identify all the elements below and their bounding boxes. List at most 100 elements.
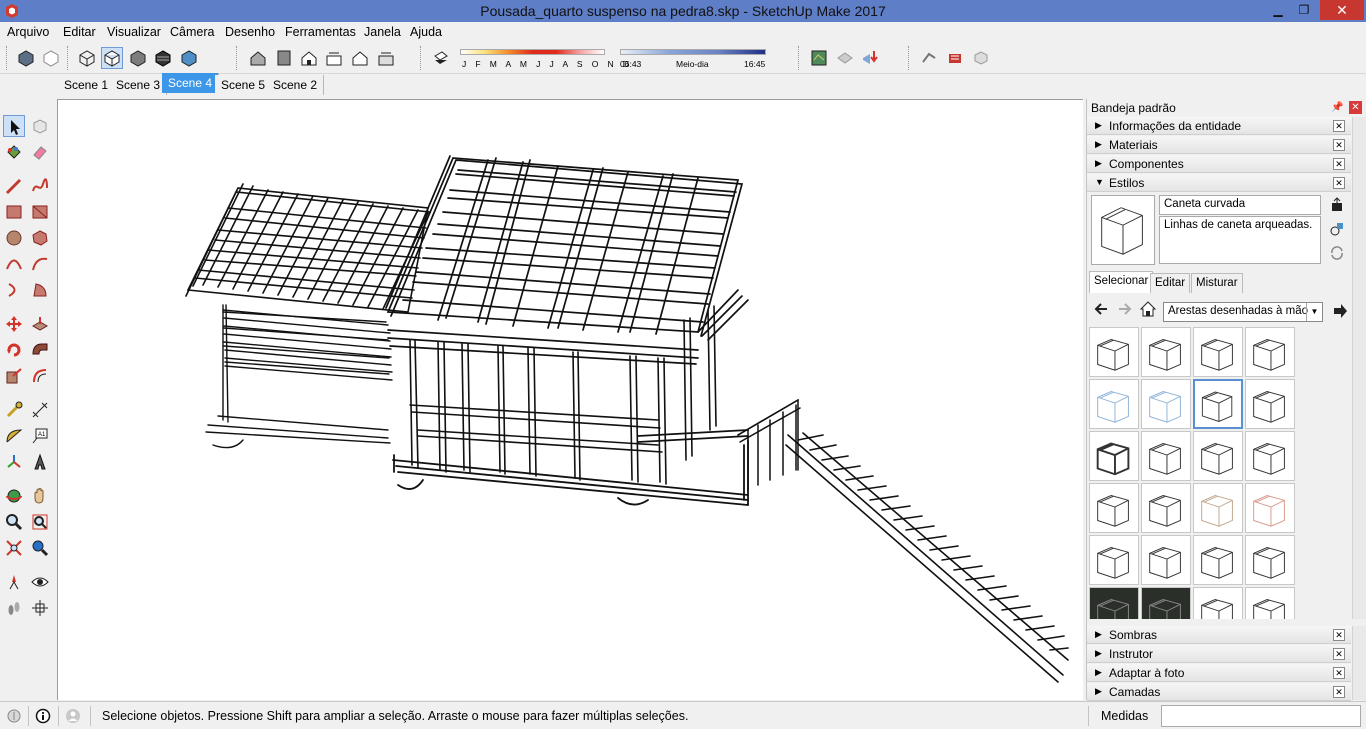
monochrome-icon[interactable] — [178, 47, 200, 69]
style-thumbnail[interactable] — [1245, 587, 1295, 619]
style-name-field[interactable]: Caneta curvada — [1159, 195, 1321, 215]
orbit-icon[interactable] — [3, 485, 25, 507]
style-thumbnail[interactable] — [1245, 483, 1295, 533]
style-thumbnail[interactable] — [1141, 483, 1191, 533]
panel-styles[interactable]: ▼ Estilos ✕ — [1087, 174, 1351, 192]
previous-view-icon[interactable] — [29, 537, 51, 559]
follow-me-icon[interactable] — [29, 339, 51, 361]
tab-scene-1[interactable]: Scene 1 — [58, 75, 116, 95]
style-thumbnail[interactable] — [1193, 483, 1243, 533]
tape-measure-icon[interactable] — [3, 399, 25, 421]
shaded-textures-icon[interactable] — [152, 47, 174, 69]
section-plane-icon[interactable] — [29, 597, 51, 619]
top-view-icon[interactable] — [273, 47, 295, 69]
share-component-icon[interactable] — [970, 47, 992, 69]
xray-face-style-icon[interactable] — [15, 47, 37, 69]
back-edges-icon[interactable] — [40, 47, 62, 69]
style-thumbnail[interactable] — [1193, 431, 1243, 481]
freehand-icon[interactable] — [29, 175, 51, 197]
style-thumbnail[interactable] — [1089, 431, 1139, 481]
user-account-icon[interactable] — [65, 708, 81, 724]
style-thumbnail[interactable] — [1089, 379, 1139, 429]
pin-icon[interactable]: 📌 — [1331, 101, 1344, 114]
walk-icon[interactable] — [3, 597, 25, 619]
polygon-icon[interactable] — [29, 227, 51, 249]
style-thumbnail[interactable] — [1141, 327, 1191, 377]
wireframe-icon[interactable] — [76, 47, 98, 69]
paint-bucket-icon[interactable] — [3, 141, 25, 163]
panel-shadows[interactable]: ▶ Sombras ✕ — [1087, 626, 1351, 644]
tab-edit[interactable]: Editar — [1150, 273, 1191, 293]
style-thumbnail[interactable] — [1245, 535, 1295, 585]
back-arrow-icon[interactable] — [1093, 300, 1111, 318]
offset-tool-icon[interactable] — [29, 365, 51, 387]
style-thumbnail[interactable] — [1089, 535, 1139, 585]
panel-close-icon[interactable]: ✕ — [1333, 120, 1345, 132]
style-thumbnail[interactable] — [1089, 483, 1139, 533]
close-button[interactable]: ✕ — [1320, 0, 1364, 20]
panel-match-photo[interactable]: ▶ Adaptar à foto ✕ — [1087, 664, 1351, 682]
rotate-tool-icon[interactable] — [3, 339, 25, 361]
panel-layers[interactable]: ▶ Camadas ✕ — [1087, 683, 1351, 701]
toggle-terrain-icon[interactable] — [834, 47, 856, 69]
measurements-input[interactable] — [1161, 705, 1361, 727]
two-point-arc-icon[interactable] — [29, 253, 51, 275]
pan-icon[interactable] — [29, 485, 51, 507]
zoom-icon[interactable] — [3, 511, 25, 533]
front-view-icon[interactable] — [298, 47, 320, 69]
style-thumbnail[interactable] — [1141, 587, 1191, 619]
style-thumbnail[interactable] — [1193, 587, 1243, 619]
tab-scene-4[interactable]: Scene 4 — [162, 73, 220, 93]
line-tool-icon[interactable] — [3, 175, 25, 197]
arc-icon[interactable] — [3, 253, 25, 275]
menu-editar[interactable]: Editar — [63, 25, 96, 39]
style-collection-select[interactable]: Arestas desenhadas à mão ▼ — [1163, 302, 1323, 322]
panel-close-icon[interactable]: ✕ — [1333, 177, 1345, 189]
tray-close-icon[interactable]: ✕ — [1349, 101, 1362, 114]
style-thumbnail[interactable] — [1141, 431, 1191, 481]
panel-close-icon[interactable]: ✕ — [1333, 686, 1345, 698]
style-thumbnail[interactable] — [1141, 379, 1191, 429]
menu-ferramentas[interactable]: Ferramentas — [285, 25, 356, 39]
style-description-field[interactable]: Linhas de caneta arqueadas. — [1159, 216, 1321, 264]
select-tool-icon[interactable] — [3, 115, 25, 137]
tab-scene-2[interactable]: Scene 2 — [267, 75, 325, 95]
tab-scene-3[interactable]: Scene 3 — [110, 75, 168, 95]
menu-janela[interactable]: Janela — [364, 25, 401, 39]
scale-tool-icon[interactable] — [3, 365, 25, 387]
zoom-extents-icon[interactable] — [3, 537, 25, 559]
menu-arquivo[interactable]: Arquivo — [7, 25, 49, 39]
rotated-rectangle-icon[interactable] — [29, 201, 51, 223]
maximize-button[interactable]: ❐ — [1290, 0, 1318, 20]
push-pull-icon[interactable] — [29, 313, 51, 335]
back-view-icon[interactable] — [349, 47, 371, 69]
style-thumbnail[interactable] — [1089, 587, 1139, 619]
pie-icon[interactable] — [29, 279, 51, 301]
panel-entity-info[interactable]: ▶ Informações da entidade ✕ — [1087, 117, 1351, 135]
eraser-icon[interactable] — [29, 141, 51, 163]
extension-warehouse-icon[interactable] — [918, 47, 940, 69]
style-thumbnail[interactable] — [1245, 431, 1295, 481]
style-thumbnail[interactable] — [1193, 327, 1243, 377]
time-slider[interactable] — [620, 49, 766, 55]
panel-close-icon[interactable]: ✕ — [1333, 139, 1345, 151]
style-thumbnail[interactable] — [1245, 327, 1295, 377]
info-icon[interactable] — [35, 708, 51, 724]
share-model-icon[interactable] — [944, 47, 966, 69]
menu-ajuda[interactable]: Ajuda — [410, 25, 442, 39]
hidden-line-icon[interactable] — [101, 47, 123, 69]
look-around-icon[interactable] — [29, 571, 51, 593]
tray-bottom-scrollbar[interactable] — [1352, 626, 1366, 700]
style-thumbnail[interactable] — [1193, 535, 1243, 585]
shaded-icon[interactable] — [127, 47, 149, 69]
get-models-icon[interactable] — [859, 47, 881, 69]
style-thumbnail[interactable] — [1193, 379, 1243, 429]
panel-close-icon[interactable]: ✕ — [1333, 648, 1345, 660]
zoom-window-icon[interactable] — [29, 511, 51, 533]
move-tool-icon[interactable] — [3, 313, 25, 335]
panel-close-icon[interactable]: ✕ — [1333, 158, 1345, 170]
drawing-viewport[interactable] — [57, 99, 1083, 700]
text-tool-icon[interactable]: A1 — [29, 425, 51, 447]
shadows-toggle-icon[interactable] — [430, 47, 452, 69]
menu-visualizar[interactable]: Visualizar — [107, 25, 161, 39]
